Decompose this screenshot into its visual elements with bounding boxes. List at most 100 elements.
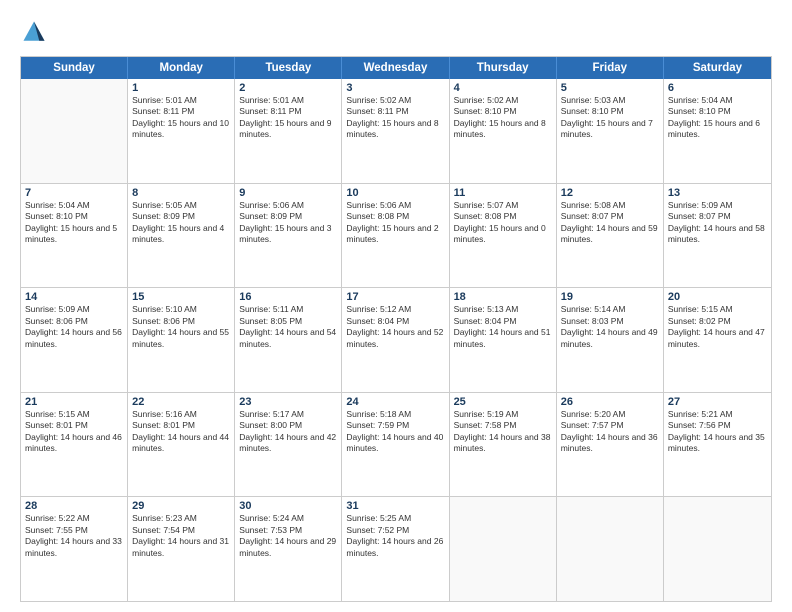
day-info: Sunrise: 5:03 AMSunset: 8:10 PMDaylight:… (561, 95, 659, 141)
day-info: Sunrise: 5:24 AMSunset: 7:53 PMDaylight:… (239, 513, 337, 559)
day-info: Sunrise: 5:15 AMSunset: 8:01 PMDaylight:… (25, 409, 123, 455)
day-number: 27 (668, 396, 767, 408)
day-cell: 14Sunrise: 5:09 AMSunset: 8:06 PMDayligh… (21, 288, 128, 392)
day-cell: 17Sunrise: 5:12 AMSunset: 8:04 PMDayligh… (342, 288, 449, 392)
week-row-1: 1Sunrise: 5:01 AMSunset: 8:11 PMDaylight… (21, 79, 771, 184)
day-cell: 12Sunrise: 5:08 AMSunset: 8:07 PMDayligh… (557, 184, 664, 288)
header-day-thursday: Thursday (450, 57, 557, 79)
day-number: 16 (239, 291, 337, 303)
day-number: 29 (132, 500, 230, 512)
week-row-2: 7Sunrise: 5:04 AMSunset: 8:10 PMDaylight… (21, 184, 771, 289)
logo-icon (20, 18, 48, 46)
day-cell: 25Sunrise: 5:19 AMSunset: 7:58 PMDayligh… (450, 393, 557, 497)
calendar-body: 1Sunrise: 5:01 AMSunset: 8:11 PMDaylight… (21, 79, 771, 601)
day-cell: 15Sunrise: 5:10 AMSunset: 8:06 PMDayligh… (128, 288, 235, 392)
day-number: 6 (668, 82, 767, 94)
week-row-3: 14Sunrise: 5:09 AMSunset: 8:06 PMDayligh… (21, 288, 771, 393)
day-number: 12 (561, 187, 659, 199)
day-info: Sunrise: 5:17 AMSunset: 8:00 PMDaylight:… (239, 409, 337, 455)
day-info: Sunrise: 5:25 AMSunset: 7:52 PMDaylight:… (346, 513, 444, 559)
calendar-header: SundayMondayTuesdayWednesdayThursdayFrid… (21, 57, 771, 79)
header-day-wednesday: Wednesday (342, 57, 449, 79)
day-number: 5 (561, 82, 659, 94)
day-number: 9 (239, 187, 337, 199)
day-cell: 28Sunrise: 5:22 AMSunset: 7:55 PMDayligh… (21, 497, 128, 601)
day-number: 20 (668, 291, 767, 303)
day-info: Sunrise: 5:08 AMSunset: 8:07 PMDaylight:… (561, 200, 659, 246)
day-number: 17 (346, 291, 444, 303)
day-number: 25 (454, 396, 552, 408)
day-info: Sunrise: 5:02 AMSunset: 8:10 PMDaylight:… (454, 95, 552, 141)
day-info: Sunrise: 5:01 AMSunset: 8:11 PMDaylight:… (132, 95, 230, 141)
day-number: 15 (132, 291, 230, 303)
day-info: Sunrise: 5:06 AMSunset: 8:09 PMDaylight:… (239, 200, 337, 246)
day-cell: 27Sunrise: 5:21 AMSunset: 7:56 PMDayligh… (664, 393, 771, 497)
week-row-4: 21Sunrise: 5:15 AMSunset: 8:01 PMDayligh… (21, 393, 771, 498)
logo (20, 18, 52, 46)
day-info: Sunrise: 5:04 AMSunset: 8:10 PMDaylight:… (25, 200, 123, 246)
day-number: 19 (561, 291, 659, 303)
day-number: 4 (454, 82, 552, 94)
day-cell: 29Sunrise: 5:23 AMSunset: 7:54 PMDayligh… (128, 497, 235, 601)
day-number: 24 (346, 396, 444, 408)
day-cell: 6Sunrise: 5:04 AMSunset: 8:10 PMDaylight… (664, 79, 771, 183)
day-cell: 8Sunrise: 5:05 AMSunset: 8:09 PMDaylight… (128, 184, 235, 288)
day-cell: 19Sunrise: 5:14 AMSunset: 8:03 PMDayligh… (557, 288, 664, 392)
day-cell (21, 79, 128, 183)
day-info: Sunrise: 5:11 AMSunset: 8:05 PMDaylight:… (239, 304, 337, 350)
day-number: 3 (346, 82, 444, 94)
day-number: 28 (25, 500, 123, 512)
day-info: Sunrise: 5:10 AMSunset: 8:06 PMDaylight:… (132, 304, 230, 350)
day-cell: 20Sunrise: 5:15 AMSunset: 8:02 PMDayligh… (664, 288, 771, 392)
day-info: Sunrise: 5:07 AMSunset: 8:08 PMDaylight:… (454, 200, 552, 246)
day-info: Sunrise: 5:23 AMSunset: 7:54 PMDaylight:… (132, 513, 230, 559)
day-number: 22 (132, 396, 230, 408)
day-info: Sunrise: 5:09 AMSunset: 8:06 PMDaylight:… (25, 304, 123, 350)
day-info: Sunrise: 5:04 AMSunset: 8:10 PMDaylight:… (668, 95, 767, 141)
day-info: Sunrise: 5:01 AMSunset: 8:11 PMDaylight:… (239, 95, 337, 141)
day-info: Sunrise: 5:15 AMSunset: 8:02 PMDaylight:… (668, 304, 767, 350)
day-number: 1 (132, 82, 230, 94)
header-day-tuesday: Tuesday (235, 57, 342, 79)
day-info: Sunrise: 5:06 AMSunset: 8:08 PMDaylight:… (346, 200, 444, 246)
day-info: Sunrise: 5:02 AMSunset: 8:11 PMDaylight:… (346, 95, 444, 141)
day-cell: 11Sunrise: 5:07 AMSunset: 8:08 PMDayligh… (450, 184, 557, 288)
day-cell: 24Sunrise: 5:18 AMSunset: 7:59 PMDayligh… (342, 393, 449, 497)
header-day-monday: Monday (128, 57, 235, 79)
day-cell: 2Sunrise: 5:01 AMSunset: 8:11 PMDaylight… (235, 79, 342, 183)
day-info: Sunrise: 5:22 AMSunset: 7:55 PMDaylight:… (25, 513, 123, 559)
day-number: 11 (454, 187, 552, 199)
day-number: 7 (25, 187, 123, 199)
day-number: 26 (561, 396, 659, 408)
day-cell (450, 497, 557, 601)
day-cell: 1Sunrise: 5:01 AMSunset: 8:11 PMDaylight… (128, 79, 235, 183)
day-cell: 31Sunrise: 5:25 AMSunset: 7:52 PMDayligh… (342, 497, 449, 601)
day-number: 14 (25, 291, 123, 303)
day-cell: 26Sunrise: 5:20 AMSunset: 7:57 PMDayligh… (557, 393, 664, 497)
day-cell: 7Sunrise: 5:04 AMSunset: 8:10 PMDaylight… (21, 184, 128, 288)
day-number: 2 (239, 82, 337, 94)
day-number: 21 (25, 396, 123, 408)
day-number: 10 (346, 187, 444, 199)
day-cell: 21Sunrise: 5:15 AMSunset: 8:01 PMDayligh… (21, 393, 128, 497)
day-cell: 3Sunrise: 5:02 AMSunset: 8:11 PMDaylight… (342, 79, 449, 183)
calendar: SundayMondayTuesdayWednesdayThursdayFrid… (20, 56, 772, 602)
header (20, 18, 772, 46)
day-cell: 4Sunrise: 5:02 AMSunset: 8:10 PMDaylight… (450, 79, 557, 183)
day-info: Sunrise: 5:20 AMSunset: 7:57 PMDaylight:… (561, 409, 659, 455)
day-cell: 5Sunrise: 5:03 AMSunset: 8:10 PMDaylight… (557, 79, 664, 183)
day-cell (664, 497, 771, 601)
week-row-5: 28Sunrise: 5:22 AMSunset: 7:55 PMDayligh… (21, 497, 771, 601)
day-info: Sunrise: 5:05 AMSunset: 8:09 PMDaylight:… (132, 200, 230, 246)
day-number: 13 (668, 187, 767, 199)
day-cell: 30Sunrise: 5:24 AMSunset: 7:53 PMDayligh… (235, 497, 342, 601)
day-number: 18 (454, 291, 552, 303)
header-day-friday: Friday (557, 57, 664, 79)
day-cell: 16Sunrise: 5:11 AMSunset: 8:05 PMDayligh… (235, 288, 342, 392)
day-info: Sunrise: 5:13 AMSunset: 8:04 PMDaylight:… (454, 304, 552, 350)
day-info: Sunrise: 5:12 AMSunset: 8:04 PMDaylight:… (346, 304, 444, 350)
day-info: Sunrise: 5:16 AMSunset: 8:01 PMDaylight:… (132, 409, 230, 455)
day-number: 8 (132, 187, 230, 199)
header-day-sunday: Sunday (21, 57, 128, 79)
header-day-saturday: Saturday (664, 57, 771, 79)
